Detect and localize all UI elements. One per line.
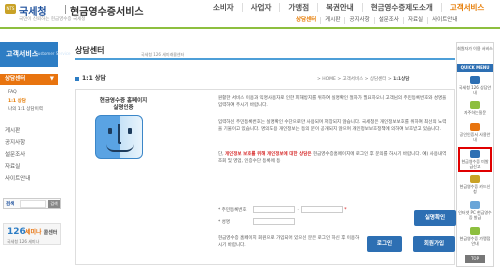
breadcrumb-counsel-center[interactable]: 상담센터	[370, 77, 387, 82]
finder-face-icon	[95, 115, 143, 159]
bullet-icon	[75, 76, 79, 81]
quick-menu: 회원자가 이용 서비스 QUICK MENU 국세청 126 상담안내 자주하는…	[456, 42, 494, 267]
name-row: * 성명	[218, 218, 296, 225]
search-label: 검색	[6, 202, 15, 207]
sidebar-title-ko: 고객서비스	[6, 50, 39, 58]
scroll-top-button[interactable]: TOP	[465, 255, 485, 263]
sidebar-title-en: Customer Service	[35, 51, 71, 56]
sidebar-item-history[interactable]: 나의 1:1 상담이력	[8, 106, 43, 112]
ssn-row: * 주민등록번호 - *	[218, 206, 347, 213]
report-icon	[470, 150, 480, 158]
privacy-paragraph: 입력하신 주민등록번호는 실명확인 수단으로만 사용되며 저장되지 않습니다. …	[218, 120, 447, 132]
sidebar-search: 검색 검색	[3, 198, 61, 209]
header: NTS 국세청 현금영수증서비스 국민이 신뢰하는 현금영수증 국세청 소비자 …	[0, 0, 500, 29]
realname-title-1: 현금영수증 홈페이지	[99, 98, 148, 104]
breadcrumb-customer-service[interactable]: 고객서비스	[343, 77, 364, 82]
subnav-notice[interactable]: 공지사항	[345, 17, 375, 24]
ssn-back-field[interactable]	[301, 206, 344, 213]
subnav-board[interactable]: 게시판	[321, 17, 346, 24]
breadcrumb-sep: >	[337, 77, 342, 82]
phone-icon	[470, 76, 480, 84]
logo-divider	[65, 5, 66, 14]
sidebar-item-1to1[interactable]: 1:1 상담	[8, 98, 26, 104]
join-button[interactable]: 회원가입	[413, 236, 455, 252]
ssn-front-field[interactable]	[253, 206, 296, 213]
global-nav: 소비자 사업자 가맹점 복권안내 현금영수증제도소개 고객서비스	[205, 3, 492, 12]
callcenter-banner[interactable]: 126 세미나 콜센터 국세청 126 세미나	[3, 223, 61, 245]
breadcrumb-sep: >	[387, 77, 392, 82]
nts-emblem-icon[interactable]: NTS	[5, 4, 16, 14]
search-button[interactable]: 검색	[48, 200, 60, 208]
quick-item-certificate[interactable]: 공인인증서 사용안내	[458, 123, 492, 142]
quick-item-merchant-guide[interactable]: 현금영수증 가맹점 안내	[458, 227, 492, 246]
banner-number: 126	[7, 227, 26, 237]
gnb-business[interactable]: 사업자	[243, 3, 281, 12]
login-note: 현금영수증 홈페이지 회원으로 가입되어 있으신 분은 로그인 하신 후 이용하…	[218, 236, 360, 248]
breadcrumb: > HOME > 고객서비스 > 상담센터 > 1:1상담	[317, 76, 409, 82]
sidebar-item-sitemap[interactable]: 사이트안내	[5, 174, 30, 182]
gnb-merchant[interactable]: 가맹점	[280, 3, 319, 12]
page-title: 상담센터	[75, 46, 105, 55]
name-field[interactable]	[253, 218, 296, 225]
sidebar-item-notice[interactable]: 공지사항	[5, 138, 25, 146]
search-input[interactable]	[20, 200, 46, 208]
realname-title-2: 실명인증	[113, 105, 134, 111]
breadcrumb-home[interactable]: HOME	[322, 77, 336, 82]
quick-item-126[interactable]: 국세청 126 상담안내	[458, 76, 492, 95]
quick-item-pc-issue[interactable]: 인터넷 PC 현금영수증 발급	[458, 201, 492, 220]
quick-item-faq[interactable]: 자주하는질문	[458, 101, 492, 115]
privacy-warning: 단, 개인정보 보호를 위해 개인정보에 대한 상담은 현금영수증홈페이지에 로…	[218, 152, 447, 164]
sidebar-group-label: 상담센터	[5, 76, 26, 82]
subnav-survey[interactable]: 설문조사	[375, 17, 404, 24]
subnav-archive[interactable]: 자료실	[404, 17, 429, 24]
computer-icon	[470, 201, 480, 209]
name-label: * 성명	[218, 220, 230, 225]
gnb-customer-service[interactable]: 고객서비스	[442, 3, 493, 12]
chevron-down-icon: ▼	[49, 76, 54, 82]
sidebar-item-faq[interactable]: FAQ	[8, 90, 17, 95]
banner-text: 세미나 콜센터	[25, 229, 58, 236]
question-icon	[470, 101, 480, 109]
breadcrumb-sep: >	[364, 77, 369, 82]
quick-menu-header: 회원자가 이용 서비스	[457, 46, 493, 51]
login-button[interactable]: 로그인	[367, 236, 402, 252]
quick-menu-title: QUICK MENU	[457, 64, 493, 72]
breadcrumb-current: 1:1상담	[393, 77, 410, 82]
realname-login-box: 현금영수증 홈페이지 실명인증 원활한 서비스 이용과 익명사용자로 인한 피해…	[75, 89, 456, 265]
card-icon	[470, 175, 480, 183]
title-divider	[75, 58, 455, 60]
quick-item-unissued-report[interactable]: 현금영수증 미발급신고	[458, 147, 492, 172]
sidebar-item-archive[interactable]: 자료실	[5, 162, 20, 170]
sidebar-item-board[interactable]: 게시판	[5, 126, 20, 134]
section-title: 1:1 상담	[75, 73, 106, 82]
ssn-label: * 주민등록번호	[218, 208, 247, 213]
store-icon	[470, 227, 480, 235]
sidebar-group-counsel-center[interactable]: 상담센터 ▼	[0, 74, 58, 85]
slogan: 국민이 신뢰하는 현금영수증 국세청	[19, 17, 86, 22]
subnav-counsel-center[interactable]: 상담센터	[292, 17, 322, 24]
gnb-consumer[interactable]: 소비자	[205, 3, 243, 12]
subnav-sitemap[interactable]: 사이트안내	[428, 17, 461, 24]
sub-nav: 상담센터 게시판 공지사항 설문조사 자료실 사이트안내	[292, 17, 461, 24]
sidebar-title: 고객서비스 Customer Service	[0, 42, 70, 67]
gnb-intro[interactable]: 현금영수증제도소개	[363, 3, 442, 12]
certificate-icon	[470, 123, 480, 131]
realname-heading: 현금영수증 홈페이지 실명인증	[86, 98, 161, 112]
breadcrumb-sep: >	[317, 77, 321, 82]
intro-paragraph: 원활한 서비스 이용과 익명사용자로 인한 피해방지를 위하여 실명확인 절차가…	[218, 96, 447, 108]
banner-sub: 국세청 126 세미나	[7, 239, 40, 244]
gnb-lottery[interactable]: 복권안내	[318, 3, 363, 12]
quick-item-card-apply[interactable]: 현금영수증 카드신청	[458, 175, 492, 194]
realname-confirm-button[interactable]: 실명확인	[414, 210, 456, 226]
sidebar-item-survey[interactable]: 설문조사	[5, 150, 25, 158]
